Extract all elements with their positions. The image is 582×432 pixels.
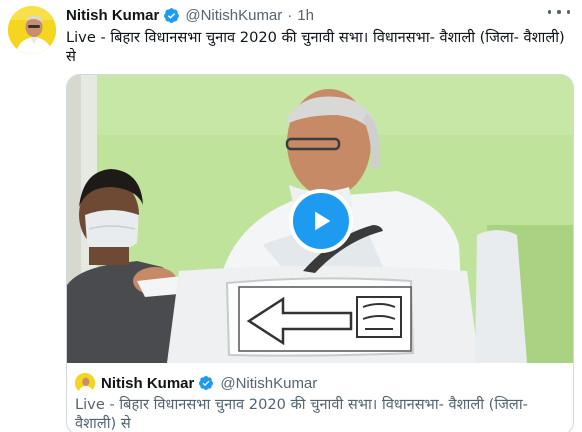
verified-badge-icon	[163, 7, 180, 24]
tweet[interactable]: Nitish Kumar @NitishKumar · 1h Live - बि…	[0, 0, 582, 432]
more-options-icon[interactable]	[548, 4, 570, 20]
author-avatar[interactable]	[8, 6, 56, 54]
separator-dot: ·	[287, 6, 293, 24]
play-button[interactable]	[289, 189, 353, 253]
quoted-header: Nitish Kumar @NitishKumar	[75, 373, 317, 393]
tweet-text: Live - बिहार विधानसभा चुनाव 2020 की चुना…	[66, 29, 565, 65]
quoted-author-avatar[interactable]	[75, 373, 95, 393]
author-handle[interactable]: @NitishKumar	[185, 7, 282, 24]
avatar-portrait-icon	[8, 6, 56, 54]
quoted-avatar-icon	[75, 373, 95, 393]
quoted-author-handle[interactable]: @NitishKumar	[220, 375, 317, 392]
quoted-text: Live - बिहार विधानसभा चुनाव 2020 की चुना…	[75, 396, 528, 432]
play-icon	[315, 211, 331, 231]
tweet-header: Nitish Kumar @NitishKumar · 1h	[66, 4, 314, 26]
quoted-verified-badge-icon	[198, 375, 214, 391]
author-name[interactable]: Nitish Kumar	[66, 7, 159, 24]
video-thumbnail[interactable]	[67, 75, 573, 363]
quoted-author-name[interactable]: Nitish Kumar	[101, 375, 194, 392]
quoted-card[interactable]: Nitish Kumar @NitishKumar Live - बिहार व…	[66, 74, 574, 432]
tweet-timestamp[interactable]: 1h	[297, 7, 314, 24]
